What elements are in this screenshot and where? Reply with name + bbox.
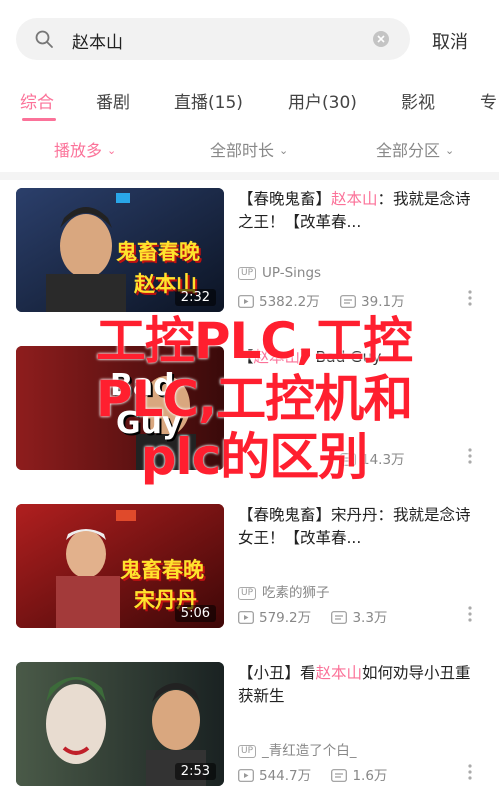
more-icon[interactable] xyxy=(466,288,474,308)
danmaku-icon xyxy=(331,611,348,624)
thumbnail-caption-bottom: Guy xyxy=(116,406,182,441)
video-title[interactable]: 【小丑】看赵本山如何劝导小丑重获新生 xyxy=(238,662,476,708)
chevron-down-icon: ⌄ xyxy=(107,144,117,157)
video-thumbnail[interactable]: 鬼畜春晚 宋丹丹 5:06 xyxy=(16,504,224,628)
sort-filter-label: 播放多 xyxy=(54,141,103,160)
title-part: 】Bad Guy xyxy=(300,348,382,366)
uploader-row[interactable]: UP _青红造了个白_ xyxy=(238,739,357,759)
filter-bar: 播放多 ⌄ 全部时长 ⌄ 全部分区 ⌄ xyxy=(0,122,499,172)
title-part: 【小丑】看 xyxy=(238,664,316,682)
video-item[interactable]: Bad Guy 【赵本山】Bad Guy 14.3万 xyxy=(0,338,499,496)
up-badge-icon: UP xyxy=(238,745,257,758)
uploader-name: UP-Sings xyxy=(262,265,322,281)
up-badge-icon: UP xyxy=(238,267,257,280)
video-item[interactable]: 鬼畜春晚 赵本山 2:32 【春晚鬼畜】赵本山：我就是念诗之王！【改革春... … xyxy=(0,180,499,338)
tab-live[interactable]: 直播(15) xyxy=(174,88,243,113)
video-duration: 5:06 xyxy=(174,605,216,622)
video-title[interactable]: 【春晚鬼畜】宋丹丹：我就是念诗女王！【改革春... xyxy=(238,504,476,550)
uploader-name: _青红造了个白_ xyxy=(262,743,357,759)
danmaku-icon xyxy=(340,295,356,308)
sort-filter[interactable]: 播放多 ⌄ xyxy=(54,137,116,161)
search-query: 赵本山 xyxy=(72,33,123,53)
cancel-button[interactable]: 取消 xyxy=(432,28,468,54)
chevron-down-icon: ⌄ xyxy=(279,144,289,157)
thumbnail-caption-top: 鬼畜春晚 xyxy=(120,558,204,582)
more-icon[interactable] xyxy=(466,446,474,466)
search-input[interactable]: 赵本山 xyxy=(16,18,410,60)
thumbnail-caption-top: Bad xyxy=(110,368,175,403)
danmaku-count: 3.3万 xyxy=(331,606,387,626)
title-part: 【春晚鬼畜】 xyxy=(238,190,332,208)
uploader-row[interactable]: UP 吃素的狮子 xyxy=(238,581,330,601)
danmaku-icon xyxy=(331,769,348,782)
play-count-icon xyxy=(238,295,254,308)
tab-special[interactable]: 专 xyxy=(480,88,497,113)
category-filter-label: 全部分区 xyxy=(376,141,441,160)
danmaku-count: 39.1万 xyxy=(340,290,405,310)
uploader-row[interactable]: UP UP-Sings xyxy=(238,265,321,281)
video-title[interactable]: 【赵本山】Bad Guy xyxy=(238,346,476,369)
danmaku-count: 1.6万 xyxy=(331,764,387,784)
video-thumbnail[interactable]: 2:53 xyxy=(16,662,224,786)
stats-row: 544.7万 1.6万 xyxy=(238,764,403,784)
play-count-icon xyxy=(238,611,254,624)
section-divider xyxy=(0,172,499,180)
title-highlight: 赵本山 xyxy=(331,190,378,208)
thumbnail-caption-top: 鬼畜春晚 xyxy=(116,240,200,264)
stats-row: 579.2万 3.3万 xyxy=(238,606,403,626)
duration-filter-label: 全部时长 xyxy=(210,141,275,160)
clear-icon[interactable] xyxy=(372,30,390,48)
more-icon[interactable] xyxy=(466,762,474,782)
search-icon xyxy=(35,30,53,48)
video-thumbnail[interactable]: Bad Guy xyxy=(16,346,224,470)
video-thumbnail[interactable]: 鬼畜春晚 赵本山 2:32 xyxy=(16,188,224,312)
view-count: 579.2万 xyxy=(238,606,311,626)
active-tab-indicator xyxy=(22,118,56,121)
search-bar: 赵本山 取消 xyxy=(0,0,499,78)
duration-filter[interactable]: 全部时长 ⌄ xyxy=(210,137,288,161)
video-item[interactable]: 鬼畜春晚 宋丹丹 5:06 【春晚鬼畜】宋丹丹：我就是念诗女王！【改革春... … xyxy=(0,496,499,654)
more-icon[interactable] xyxy=(466,604,474,624)
category-tabs: 综合 番剧 直播(15) 用户(30) 影视 专 xyxy=(0,78,499,122)
danmaku-count: 14.3万 xyxy=(340,448,405,468)
stats-row: 14.3万 xyxy=(238,448,421,468)
video-title[interactable]: 【春晚鬼畜】赵本山：我就是念诗之王！【改革春... xyxy=(238,188,476,234)
uploader-name: 吃素的狮子 xyxy=(262,585,330,601)
tab-bangumi[interactable]: 番剧 xyxy=(96,88,130,113)
view-count: 544.7万 xyxy=(238,764,311,784)
view-count: 5382.2万 xyxy=(238,290,320,310)
tab-movies[interactable]: 影视 xyxy=(401,88,435,113)
title-highlight: 赵本山 xyxy=(315,664,363,682)
category-filter[interactable]: 全部分区 ⌄ xyxy=(376,137,454,161)
stats-row: 5382.2万 39.1万 xyxy=(238,290,421,310)
tab-all[interactable]: 综合 xyxy=(20,88,54,113)
title-part: 【 xyxy=(238,348,254,366)
up-badge-icon: UP xyxy=(238,587,257,600)
video-item[interactable]: 2:53 【小丑】看赵本山如何劝导小丑重获新生 UP _青红造了个白_ 544.7… xyxy=(0,654,499,791)
title-highlight: 赵本山 xyxy=(253,348,301,366)
play-count-icon xyxy=(238,769,254,782)
tab-users[interactable]: 用户(30) xyxy=(288,88,357,113)
chevron-down-icon: ⌄ xyxy=(445,144,455,157)
danmaku-icon xyxy=(340,453,356,466)
video-duration: 2:53 xyxy=(174,763,216,780)
video-duration: 2:32 xyxy=(174,289,216,306)
